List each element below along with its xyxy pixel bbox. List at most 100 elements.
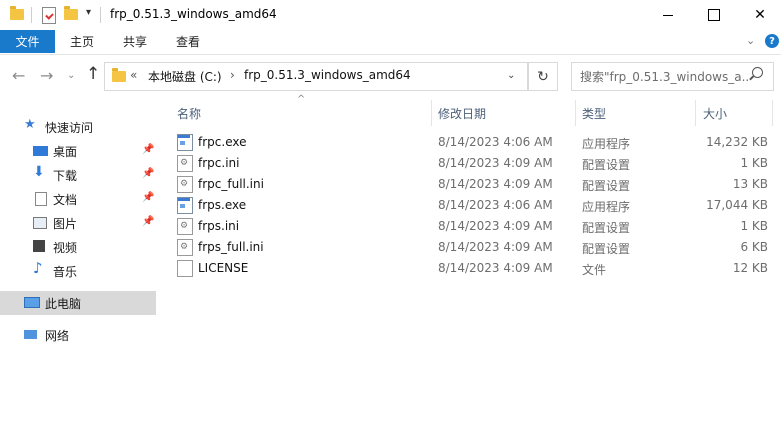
sidebar-item-label: 下载 <box>53 169 78 183</box>
pin-icon[interactable]: 📌 <box>142 192 154 203</box>
ini-icon <box>177 155 193 172</box>
file-name: frpc_full.ini <box>198 177 264 191</box>
window-title: frp_0.51.3_windows_amd64 <box>110 7 277 21</box>
exe-icon <box>177 197 193 214</box>
sidebar-item-quick-access[interactable]: ★ 快速访问 <box>0 115 156 139</box>
file-date: 8/14/2023 4:06 AM <box>438 198 553 212</box>
table-row[interactable]: LICENSE 8/14/2023 4:09 AM 文件 12 KB <box>172 258 772 279</box>
back-arrow-icon[interactable]: ← <box>12 66 25 85</box>
file-date: 8/14/2023 4:06 AM <box>438 135 553 149</box>
column-divider[interactable] <box>695 100 696 126</box>
file-name: frpc.exe <box>198 135 247 149</box>
properties-icon[interactable] <box>42 7 56 24</box>
refresh-icon: ↻ <box>537 68 549 85</box>
file-date: 8/14/2023 4:09 AM <box>438 156 553 170</box>
file-type: 文件 <box>582 263 607 277</box>
sidebar-item-label: 桌面 <box>53 145 78 159</box>
sidebar-item-downloads[interactable]: ⬇ 下载 📌 <box>0 163 156 187</box>
file-size: 14,232 KB <box>706 135 768 149</box>
pictures-icon <box>33 217 47 229</box>
network-icon <box>24 330 37 339</box>
pin-icon[interactable]: 📌 <box>142 216 154 227</box>
ribbon <box>0 30 781 55</box>
ini-icon <box>177 218 193 235</box>
tab-home[interactable]: 主页 <box>70 30 94 53</box>
sidebar-item-label: 网络 <box>45 329 70 343</box>
column-divider[interactable] <box>575 100 576 126</box>
column-header-type[interactable]: 类型 <box>582 102 682 124</box>
sidebar-item-videos[interactable]: 视频 <box>0 235 156 259</box>
maximize-icon <box>708 9 720 21</box>
table-row[interactable]: frpc.ini 8/14/2023 4:09 AM 配置设置 1 KB <box>172 153 772 174</box>
maximize-button[interactable] <box>691 0 737 30</box>
address-history-chevron-icon[interactable]: ⌄ <box>507 70 515 81</box>
close-button[interactable]: ✕ <box>737 0 781 30</box>
file-icon <box>177 260 193 277</box>
up-arrow-icon[interactable]: ↑ <box>86 64 100 84</box>
video-icon <box>33 240 45 252</box>
breadcrumb-current-folder[interactable]: frp_0.51.3_windows_amd64 <box>244 68 411 82</box>
close-icon: ✕ <box>754 7 766 23</box>
exe-icon <box>177 134 193 151</box>
column-header-name[interactable]: 名称 <box>177 102 427 124</box>
refresh-button[interactable]: ↻ <box>528 62 558 91</box>
sidebar-item-this-pc[interactable]: 此电脑 <box>0 291 156 315</box>
sidebar-item-documents[interactable]: 文档 📌 <box>0 187 156 211</box>
file-name: frpc.ini <box>198 156 240 170</box>
file-type: 配置设置 <box>582 221 631 235</box>
breadcrumb-local-disk[interactable]: 本地磁盘 (C:) <box>148 68 222 85</box>
tab-share[interactable]: 共享 <box>123 30 147 53</box>
quick-access-toolbar-dropdown[interactable]: ▾ <box>86 7 91 18</box>
column-header-size[interactable]: 大小 <box>703 102 763 124</box>
column-header-date[interactable]: 修改日期 <box>438 102 568 124</box>
ini-icon <box>177 239 193 256</box>
recent-locations-chevron-icon[interactable]: ⌄ <box>67 70 75 81</box>
sidebar-item-desktop[interactable]: 桌面 📌 <box>0 139 156 163</box>
breadcrumb-separator[interactable]: › <box>230 68 235 82</box>
folder-icon <box>10 6 24 20</box>
star-icon: ★ <box>24 117 36 132</box>
file-size: 12 KB <box>732 261 768 275</box>
column-divider[interactable] <box>431 100 432 126</box>
sidebar-item-label: 视频 <box>53 241 78 255</box>
table-row[interactable]: frpc.exe 8/14/2023 4:06 AM 应用程序 14,232 K… <box>172 132 772 153</box>
expand-ribbon-chevron-icon[interactable]: ⌄ <box>746 34 755 47</box>
sidebar-item-label: 文档 <box>53 193 78 207</box>
divider <box>31 7 32 23</box>
sidebar-item-music[interactable]: ♪ 音乐 <box>0 259 156 283</box>
folder-icon <box>112 68 126 82</box>
table-row[interactable]: frpc_full.ini 8/14/2023 4:09 AM 配置设置 13 … <box>172 174 772 195</box>
file-date: 8/14/2023 4:09 AM <box>438 261 553 275</box>
download-icon: ⬇ <box>33 164 45 180</box>
file-size: 17,044 KB <box>706 198 768 212</box>
new-folder-icon[interactable] <box>64 6 78 20</box>
file-name: frps.ini <box>198 219 240 233</box>
search-placeholder: 搜索"frp_0.51.3_windows_a... <box>580 70 750 84</box>
file-type: 应用程序 <box>582 200 631 214</box>
minimize-button[interactable] <box>645 0 691 30</box>
column-divider[interactable] <box>772 100 773 126</box>
music-icon: ♪ <box>33 259 43 277</box>
forward-arrow-icon[interactable]: → <box>40 66 53 85</box>
sidebar-item-pictures[interactable]: 图片 📌 <box>0 211 156 235</box>
minimize-icon <box>663 14 673 16</box>
file-date: 8/14/2023 4:09 AM <box>438 240 553 254</box>
sidebar-item-network[interactable]: 网络 <box>0 323 156 347</box>
file-type: 配置设置 <box>582 179 631 193</box>
file-size: 1 KB <box>740 219 768 233</box>
table-row[interactable]: frps_full.ini 8/14/2023 4:09 AM 配置设置 6 K… <box>172 237 772 258</box>
pin-icon[interactable]: 📌 <box>142 168 154 179</box>
table-row[interactable]: frps.ini 8/14/2023 4:09 AM 配置设置 1 KB <box>172 216 772 237</box>
table-row[interactable]: frps.exe 8/14/2023 4:06 AM 应用程序 17,044 K… <box>172 195 772 216</box>
computer-icon <box>24 297 40 308</box>
file-size: 1 KB <box>740 156 768 170</box>
tab-view[interactable]: 查看 <box>176 30 200 53</box>
file-type: 配置设置 <box>582 242 631 256</box>
tab-file[interactable]: 文件 <box>0 30 55 53</box>
search-icon[interactable] <box>752 67 763 78</box>
help-icon[interactable]: ? <box>765 34 779 48</box>
file-name: frps.exe <box>198 198 247 212</box>
breadcrumb-overflow[interactable]: « <box>130 68 137 82</box>
pin-icon[interactable]: 📌 <box>142 144 154 155</box>
desktop-icon <box>33 146 48 156</box>
